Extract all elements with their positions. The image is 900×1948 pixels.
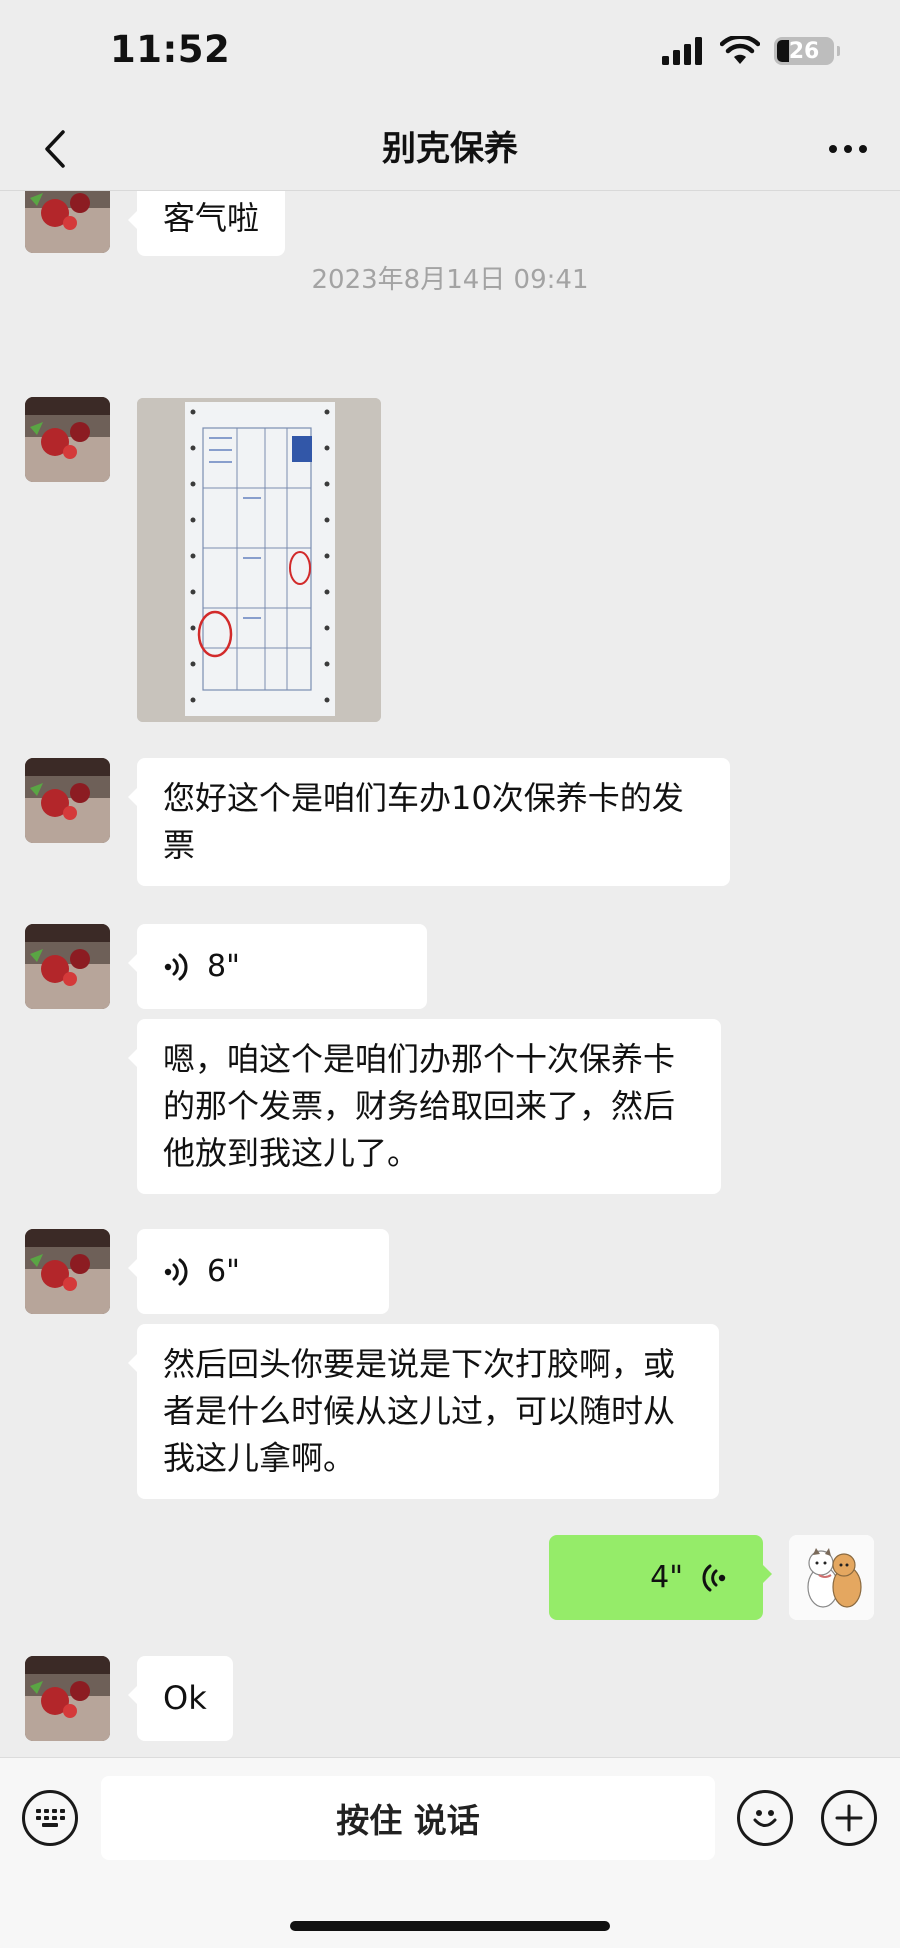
plus-icon bbox=[835, 1804, 863, 1832]
voice-message: 6" bbox=[163, 1248, 240, 1295]
keyboard-toggle-button[interactable] bbox=[22, 1790, 78, 1846]
contact-avatar[interactable] bbox=[25, 397, 110, 482]
voice-duration: 6" bbox=[207, 1254, 240, 1289]
contact-avatar[interactable] bbox=[25, 1229, 110, 1314]
message-bubble[interactable]: 嗯，咱这个是咱们办那个十次保养卡的那个发票，财务给取回来了，然后他放到我这儿了。 bbox=[128, 1019, 721, 1194]
message-bubble[interactable]: 客气啦 bbox=[127, 191, 286, 256]
emoji-icon bbox=[753, 1810, 777, 1827]
more-dots-icon bbox=[829, 145, 867, 153]
voice-duration: 4" bbox=[650, 1560, 683, 1595]
nav-bar: 别克保养 bbox=[0, 110, 900, 191]
voice-message: 4" bbox=[650, 1554, 727, 1601]
invoice-photo[interactable] bbox=[137, 398, 381, 722]
contact-avatar[interactable] bbox=[25, 1656, 110, 1741]
self-avatar[interactable] bbox=[789, 1535, 874, 1620]
chat-area[interactable]: 客气啦 2023年8月14日 09:41 您好这个是咱们车办10次保养卡的发票 … bbox=[0, 191, 900, 1757]
voice-wave-icon bbox=[702, 1564, 726, 1591]
keyboard-icon bbox=[36, 1809, 65, 1827]
message-timestamp: 2023年8月14日 09:41 bbox=[311, 265, 589, 295]
message-text: Ok bbox=[163, 1679, 207, 1717]
message-bubble[interactable]: 您好这个是咱们车办10次保养卡的发票 bbox=[128, 758, 730, 886]
contact-avatar[interactable] bbox=[25, 758, 110, 843]
wifi-icon bbox=[720, 36, 760, 64]
battery-icon: 26 bbox=[774, 37, 840, 65]
message-bubble[interactable]: Ok bbox=[128, 1656, 233, 1741]
voice-message: 8" bbox=[163, 943, 240, 990]
hold-to-talk-button[interactable]: 按住 说话 bbox=[101, 1776, 715, 1860]
battery-level: 26 bbox=[788, 38, 820, 64]
input-bar: 按住 说话 bbox=[0, 1757, 900, 1948]
more-button[interactable] bbox=[820, 124, 876, 174]
message-text: 您好这个是咱们车办10次保养卡的发票 bbox=[163, 779, 684, 864]
status-icons: 26 bbox=[662, 36, 840, 66]
voice-message-bubble[interactable]: 6" bbox=[128, 1229, 389, 1314]
message-text: 客气啦 bbox=[163, 199, 260, 237]
signal-icon bbox=[662, 37, 702, 65]
emoji-button[interactable] bbox=[737, 1790, 793, 1846]
voice-message-bubble[interactable]: 8" bbox=[128, 924, 427, 1009]
more-actions-button[interactable] bbox=[821, 1790, 877, 1846]
home-indicator bbox=[290, 1921, 610, 1931]
contact-avatar[interactable] bbox=[25, 191, 110, 253]
status-bar: 11:52 26 bbox=[0, 0, 900, 110]
message-text: 然后回头你要是说是下次打胶啊，或者是什么时候从这儿过，可以随时从我这儿拿啊。 bbox=[163, 1345, 676, 1477]
contact-avatar[interactable] bbox=[25, 924, 110, 1009]
voice-duration: 8" bbox=[207, 949, 240, 984]
message-bubble[interactable]: 然后回头你要是说是下次打胶啊，或者是什么时候从这儿过，可以随时从我这儿拿啊。 bbox=[128, 1324, 719, 1499]
voice-wave-icon bbox=[164, 953, 188, 980]
chat-title: 别克保养 bbox=[382, 129, 518, 169]
voice-wave-icon bbox=[164, 1258, 188, 1285]
status-time: 11:52 bbox=[110, 28, 231, 71]
outgoing-voice-message-bubble[interactable]: 4" bbox=[549, 1535, 772, 1620]
message-text: 嗯，咱这个是咱们办那个十次保养卡的那个发票，财务给取回来了，然后他放到我这儿了。 bbox=[163, 1040, 676, 1172]
